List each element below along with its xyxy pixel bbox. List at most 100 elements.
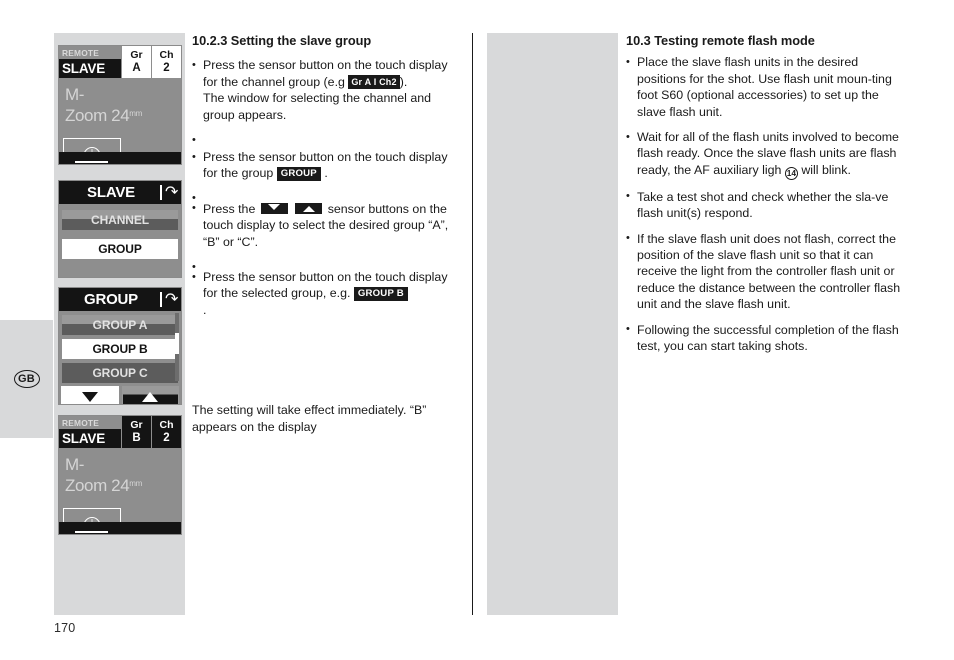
- lcd-menu-title: SLAVE: [87, 184, 135, 201]
- list-item: Following the successful completion of t…: [626, 321, 902, 355]
- lcd-menu-item-group-a[interactable]: GROUP A: [62, 315, 178, 335]
- lcd-mode-block: REMOTE SLAVE: [59, 416, 121, 448]
- lcd-menu-item-channel[interactable]: CHANNEL: [62, 210, 178, 230]
- language-tab: GB: [0, 320, 53, 438]
- spacer-block: [192, 259, 464, 275]
- instruction-text: .: [324, 166, 328, 181]
- list-item: Press the sensor button on the touch dis…: [192, 57, 464, 123]
- list-item: Wait for all of the flash units involved…: [626, 129, 902, 180]
- lcd-zoom-readout: M- Zoom 24mm: [65, 454, 142, 496]
- list-item: Take a test shot and check whether the s…: [626, 188, 902, 222]
- triangle-up-icon: [295, 202, 323, 214]
- lcd-group-menu: GROUP ↶ GROUP A GROUP B GROUP C: [58, 287, 182, 405]
- lcd-back-softkey[interactable]: ↶: [160, 289, 178, 310]
- list-item: Press the sensor button on the touch dis…: [192, 149, 464, 182]
- list-item: If the slave flash unit does not flash, …: [626, 230, 902, 313]
- chip-group: GROUP: [276, 166, 321, 181]
- triangle-down-icon: [81, 391, 98, 402]
- lcd-spacer: [59, 230, 181, 239]
- lcd-remote-label: REMOTE: [59, 416, 121, 429]
- lcd-channel-label: Ch: [159, 419, 174, 431]
- lcd-zoom-line: Zoom 24mm: [65, 475, 142, 496]
- lcd-group-channel-block[interactable]: Gr A Ch 2: [121, 46, 181, 78]
- lcd-zoom-value: Zoom 24: [65, 476, 130, 495]
- lcd-channel-value: 2: [163, 62, 170, 74]
- lcd-zoom-unit: mm: [129, 109, 143, 118]
- lcd-slave-menu: SLAVE ↶ CHANNEL GROUP: [58, 180, 182, 278]
- lcd-slave-label: SLAVE: [59, 59, 121, 78]
- lcd-scroll-down-key[interactable]: [61, 386, 119, 404]
- lcd-spacer: [59, 259, 181, 268]
- lcd-menu-title-bar: SLAVE ↶: [59, 181, 181, 204]
- instruction-text: .: [203, 302, 207, 317]
- instruction-text: Press the sensor button on the touch dis…: [203, 270, 448, 301]
- lcd-body: M- Zoom 24mm i: [59, 448, 181, 534]
- instruction-text: Press the: [203, 201, 256, 216]
- page-number: 170: [54, 621, 76, 635]
- triangle-down-icon: [260, 202, 288, 214]
- lcd-menu-item-group[interactable]: GROUP: [62, 239, 178, 259]
- back-arrow-icon: ↶: [164, 291, 178, 308]
- instruction-list-middle: Press the sensor button on the touch dis…: [192, 57, 464, 318]
- lcd-arrow-softkeys: [61, 386, 179, 404]
- lcd-menu-item-group-c[interactable]: GROUP C: [62, 363, 178, 383]
- lcd-channel-label: Ch: [159, 49, 174, 61]
- lcd-mode-m-label: M-: [65, 455, 85, 474]
- lcd-group-list: GROUP A GROUP B GROUP C: [59, 311, 181, 383]
- lcd-body: M- Zoom 24mm i: [59, 78, 181, 164]
- lcd-channel-cell[interactable]: Ch 2: [151, 46, 181, 78]
- lcd-channel-value: 2: [163, 432, 170, 444]
- instruction-text: will blink.: [801, 162, 851, 177]
- lcd-top-bar: REMOTE SLAVE Gr B Ch 2: [59, 416, 181, 448]
- text-column-middle: 10.2.3 Setting the slave group Press the…: [192, 33, 464, 435]
- lcd-menu-item-group-b[interactable]: GROUP B: [62, 339, 178, 359]
- language-code-badge: GB: [13, 370, 40, 388]
- list-item: Place the slave flash units in the desir…: [626, 54, 902, 120]
- lcd-zoom-readout: M- Zoom 24mm: [65, 84, 142, 126]
- lcd-back-softkey[interactable]: ↶: [160, 182, 178, 203]
- list-item: Press the sensor button on the touch dis…: [192, 269, 464, 318]
- lcd-underline-marker: [75, 160, 108, 163]
- lcd-bottom-bar: [59, 152, 181, 164]
- lcd-top-bar: REMOTE SLAVE Gr A Ch 2: [59, 46, 181, 78]
- illustration-column-right: [487, 33, 618, 615]
- reference-number-badge: 14: [784, 166, 798, 180]
- lcd-menu-title-bar: GROUP ↶: [59, 288, 181, 311]
- lcd-group-cell[interactable]: Gr B: [121, 416, 151, 448]
- lcd-scroll-up-key[interactable]: [121, 386, 179, 404]
- back-separator: [160, 185, 162, 200]
- spacer-block: [192, 190, 464, 206]
- text-column-right: 10.3 Testing remote flash mode Place the…: [626, 33, 902, 364]
- triangle-up-icon: [142, 391, 159, 402]
- lcd-group-channel-block[interactable]: Gr B Ch 2: [121, 416, 181, 448]
- section-heading-10-2-3: 10.2.3 Setting the slave group: [192, 33, 372, 48]
- instruction-text: Wait for all of the flash units involved…: [637, 130, 899, 177]
- lcd-remote-label: REMOTE: [59, 46, 121, 59]
- lcd-group-label: Gr: [130, 419, 143, 431]
- instruction-text: The window for selecting the channel and…: [203, 91, 431, 122]
- lcd-status-display-group-b: REMOTE SLAVE Gr B Ch 2 M- Zoom 24mm i: [58, 415, 182, 535]
- lcd-zoom-line: Zoom 24mm: [65, 105, 142, 126]
- lcd-group-value: B: [132, 432, 141, 444]
- lcd-mode-m-label: M-: [65, 85, 85, 104]
- instruction-text: ).: [399, 74, 408, 89]
- instruction-text: Press the sensor button on the touch dis…: [203, 58, 448, 89]
- lcd-scrollbar-thumb[interactable]: [174, 333, 179, 354]
- spacer-block: [192, 327, 464, 402]
- spacer-block: [192, 132, 464, 149]
- back-arrow-icon: ↶: [164, 184, 178, 201]
- lcd-group-value: A: [132, 62, 141, 74]
- lcd-channel-cell[interactable]: Ch 2: [151, 416, 181, 448]
- lcd-group-cell[interactable]: Gr A: [121, 46, 151, 78]
- manual-page: GB REMOTE SLAVE Gr A Ch 2 M- Zoom 24mm S…: [0, 0, 954, 660]
- lcd-scrollbar[interactable]: [174, 313, 179, 381]
- lcd-zoom-unit: mm: [129, 479, 143, 488]
- lcd-menu-title: GROUP: [83, 291, 138, 308]
- lcd-status-display-group-a: REMOTE SLAVE Gr A Ch 2 M- Zoom 24mm i: [58, 45, 182, 165]
- back-separator: [160, 292, 162, 307]
- lcd-underline-marker: [75, 530, 108, 533]
- section-heading-10-3: 10.3 Testing remote flash mode: [626, 33, 815, 48]
- column-divider: [472, 33, 473, 615]
- lcd-group-label: Gr: [130, 49, 143, 61]
- lcd-slave-label: SLAVE: [59, 429, 121, 448]
